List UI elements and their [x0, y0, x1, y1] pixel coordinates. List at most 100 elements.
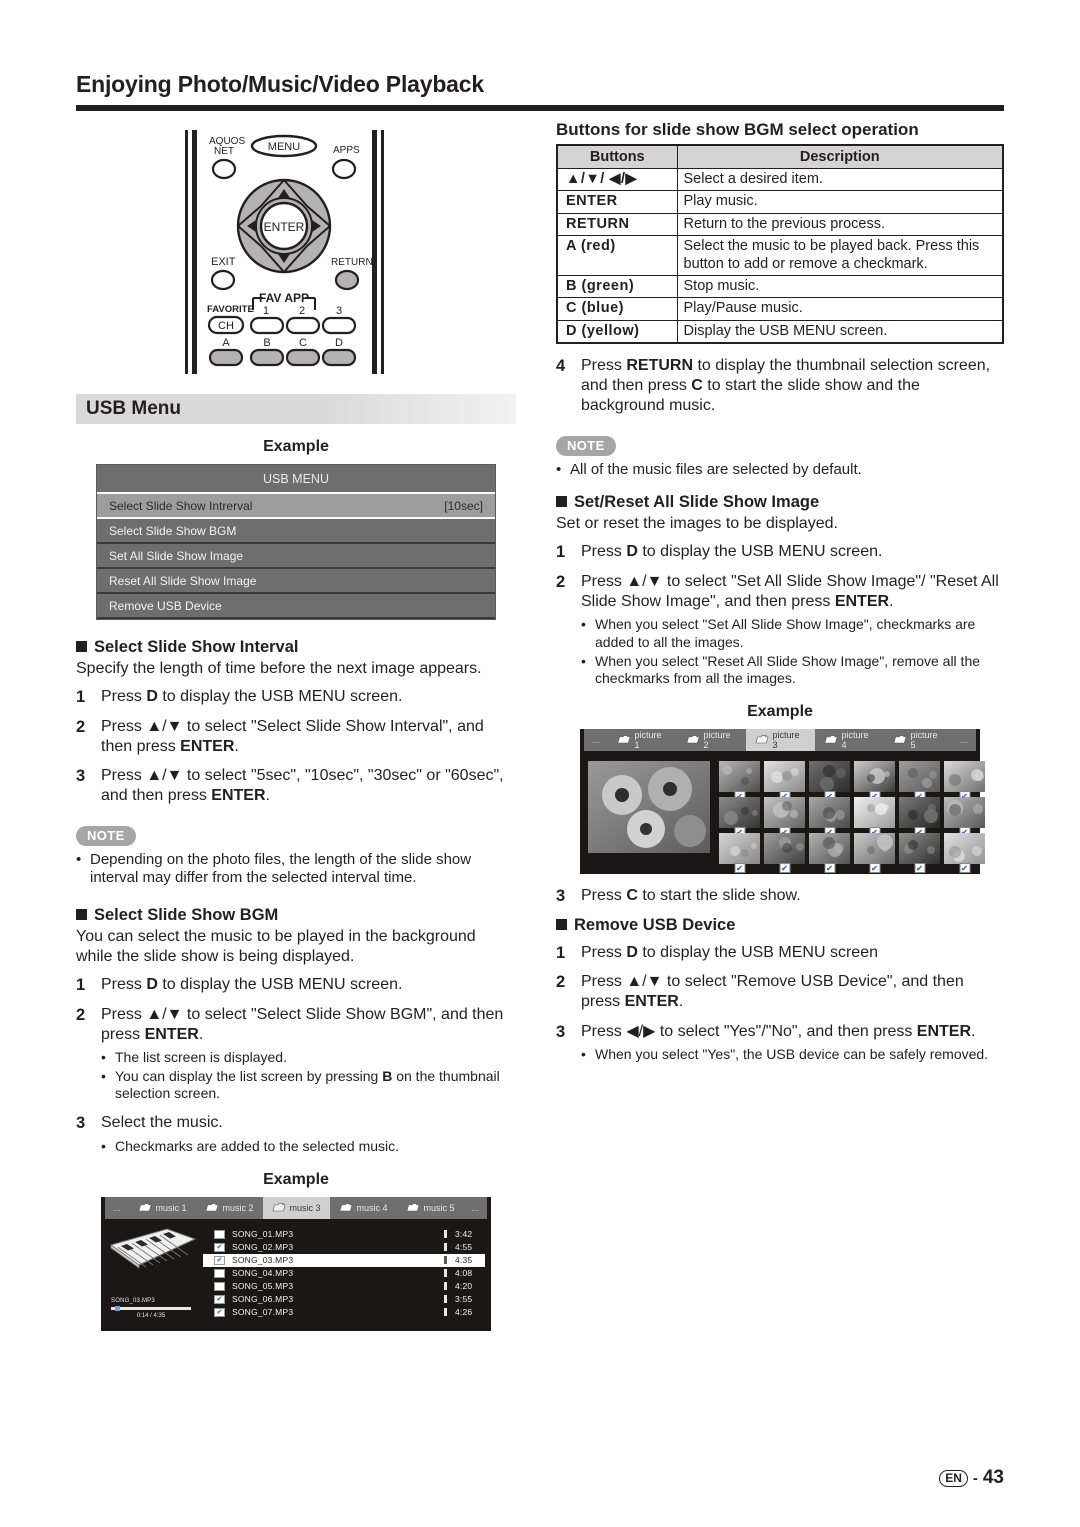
step-text-post: to start the slide show.	[637, 886, 801, 904]
thumbnail-cell[interactable]: ✔	[719, 796, 760, 837]
track-duration: 4:35	[455, 1255, 473, 1266]
usb-menu-item[interactable]: Set All Slide Show Image	[97, 544, 495, 569]
thumbnail-checkbox[interactable]: ✔	[734, 862, 745, 873]
thumbnail-checkbox[interactable]: ✔	[914, 862, 925, 873]
track-checkbox[interactable]: ✔	[214, 1242, 225, 1252]
track-duration: 3:55	[455, 1294, 473, 1305]
thumbnail-cell[interactable]: ✔	[854, 832, 895, 873]
music-folder-tab[interactable]: music 2	[196, 1197, 263, 1219]
folder-icon	[405, 1203, 420, 1212]
page-footer: EN - 43	[939, 1467, 1004, 1489]
progress-bar[interactable]	[111, 1305, 191, 1311]
buttons-table: Buttons Description ▲/▼/ ◀/▶ Select a des…	[556, 144, 1004, 345]
thumbnail-cell[interactable]: ✔	[764, 760, 805, 801]
note-badge: NOTE	[556, 435, 616, 456]
thumbnail-cell[interactable]: ✔	[854, 760, 895, 801]
step-number: 1	[76, 688, 86, 707]
thumbnail-cell[interactable]: ✔	[809, 760, 850, 801]
track-row[interactable]: SONG_01.MP3 3:42	[203, 1228, 485, 1241]
track-row[interactable]: SONG_05.MP3 4:20	[203, 1280, 485, 1293]
track-row[interactable]: ▶ ✔ SONG_03.MP3 4:35	[203, 1253, 485, 1267]
folder-icon	[271, 1203, 286, 1212]
folder-icon	[616, 735, 631, 744]
thumbnail-cell[interactable]: ✔	[764, 832, 805, 873]
step-text: Press ▲/▼ to select "5sec", "10sec", "30…	[101, 767, 504, 805]
thumbnail-image	[764, 796, 805, 828]
picture-folder-tab[interactable]: picture 4	[815, 729, 884, 751]
track-row[interactable]: ✔ SONG_06.MP3 3:55	[203, 1293, 485, 1306]
thumbnail-cell[interactable]: ✔	[719, 760, 760, 801]
sub-bullet-item: • The list screen is displayed.	[101, 1049, 516, 1066]
step-number: 1	[556, 543, 566, 562]
thumbnail-cell[interactable]: ✔	[809, 832, 850, 873]
music-folder-tab[interactable]: music 3	[262, 1196, 330, 1219]
folder-icon	[204, 1203, 219, 1212]
thumbnail-image	[854, 796, 895, 828]
step-number: 3	[76, 1114, 86, 1133]
picture-folder-tab[interactable]: picture 2	[677, 729, 746, 751]
usb-menu-item-label: Select Slide Show BGM	[109, 523, 237, 538]
usb-menu-item[interactable]: Select Slide Show Intrerval [10sec]	[97, 494, 495, 519]
thumbnail-cell[interactable]: ✔	[899, 832, 940, 873]
usb-menu-item[interactable]: Select Slide Show BGM	[97, 519, 495, 544]
track-checkbox[interactable]	[214, 1281, 225, 1291]
progress-knob[interactable]	[115, 1305, 120, 1311]
thumbnail-checkbox[interactable]: ✔	[779, 862, 790, 873]
heading-text: Select Slide Show BGM	[94, 905, 279, 924]
usb-menu-item[interactable]: Remove USB Device	[97, 594, 495, 619]
track-checkbox[interactable]	[214, 1229, 225, 1239]
thumbnail-cell[interactable]: ✔	[944, 760, 985, 801]
thumbnail-cell[interactable]: ✔	[809, 796, 850, 837]
step-number: 1	[556, 943, 566, 962]
thumbnail-checkbox[interactable]: ✔	[869, 862, 880, 873]
music-folder-tab[interactable]: music 1	[129, 1197, 196, 1219]
track-checkbox[interactable]	[214, 1268, 225, 1278]
thumbnail-image	[719, 832, 760, 864]
piano-keyboard-icon	[109, 1228, 197, 1269]
step-item: 4 Press RETURN to display the thumbnail …	[556, 356, 1004, 416]
remote-svg: AQUOS NET MENU APPS ENTER EXIT RETURN FA…	[185, 130, 384, 374]
picture-example-caption: Example	[747, 702, 813, 720]
track-name: SONG_05.MP3	[232, 1281, 294, 1292]
thumbnail-cell[interactable]: ✔	[899, 796, 940, 837]
step-key: D	[626, 543, 638, 561]
thumbnail-cell[interactable]: ✔	[764, 796, 805, 837]
picture-folder-tab[interactable]: picture 3	[745, 728, 815, 751]
track-row[interactable]: SONG_04.MP3 4:08	[203, 1267, 485, 1280]
track-row[interactable]: ✔ SONG_07.MP3 4:26	[203, 1306, 485, 1319]
usb-menu-item[interactable]: Reset All Slide Show Image	[97, 569, 495, 594]
track-checkbox[interactable]: ✔	[214, 1294, 225, 1304]
picture-folder-tab[interactable]: picture 1	[608, 729, 677, 751]
bullet-dot-icon: •	[581, 1045, 586, 1062]
thumbnail-cell[interactable]: ✔	[854, 796, 895, 837]
step-text-pre: Press	[581, 357, 627, 375]
language-badge: EN	[939, 1469, 968, 1487]
picture-folder-tab[interactable]: picture 5	[884, 729, 953, 751]
track-row[interactable]: ✔ SONG_02.MP3 4:55	[203, 1241, 485, 1254]
bullet-dot-icon: •	[101, 1137, 106, 1154]
sub-bullet-text: You can display the list screen by press…	[115, 1068, 500, 1102]
thumbnail-cell[interactable]: ✔	[899, 760, 940, 801]
now-playing-panel: SONG_03.MP3 0:14 / 4:35	[107, 1298, 203, 1319]
track-checkbox[interactable]: ✔	[214, 1307, 225, 1317]
left-column: AQUOS NET MENU APPS ENTER EXIT RETURN FA…	[76, 120, 516, 1331]
track-checkbox[interactable]: ✔	[214, 1255, 225, 1265]
thumbnail-cell[interactable]: ✔	[719, 832, 760, 873]
heading-text: Set/Reset All Slide Show Image	[574, 493, 820, 512]
thumbnail-cell[interactable]: ✔	[944, 832, 985, 873]
thumbnail-cell[interactable]: ✔	[944, 796, 985, 837]
track-divider-icon	[444, 1256, 447, 1265]
thumbnail-checkbox[interactable]: ✔	[959, 862, 970, 873]
music-folder-tab[interactable]: music 5	[397, 1197, 464, 1219]
step-key: D	[146, 976, 158, 994]
music-folder-tab-label: music 2	[222, 1202, 254, 1213]
music-folder-tab[interactable]: music 4	[330, 1197, 397, 1219]
step-text: Press ▲/▼ to select "Select Slide Show I…	[101, 717, 484, 756]
sub-bullet-item: • You can display the list screen by pres…	[101, 1068, 516, 1102]
sub-bullet-item: • When you select "Set All Slide Show Ima…	[581, 616, 1004, 650]
heading-remove-usb-device: Remove USB Device	[556, 916, 1004, 935]
thumbnail-checkbox[interactable]: ✔	[824, 862, 835, 873]
interval-notes: • Depending on the photo files, the lengt…	[76, 851, 516, 888]
header-divider	[76, 105, 1004, 111]
step-key: ENTER	[834, 593, 890, 611]
